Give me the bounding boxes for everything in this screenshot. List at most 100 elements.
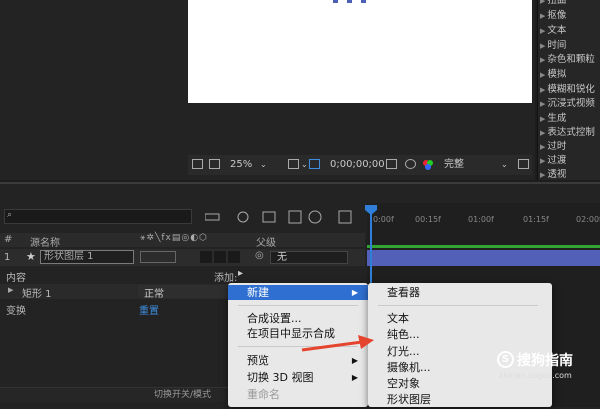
submenu-item-shape-layer[interactable]: 形状图层 xyxy=(368,392,552,407)
transform-label: 变换 xyxy=(6,306,26,317)
menu-item-new[interactable]: 新建 ▶ xyxy=(228,285,368,300)
layer-index: 1 xyxy=(4,252,11,263)
column-number: # xyxy=(4,234,13,245)
region-of-interest-icon[interactable] xyxy=(309,159,320,169)
draft-3d-icon xyxy=(237,211,249,223)
ruler-tick-label: 01:00f xyxy=(468,215,494,224)
contents-label: 内容 xyxy=(6,273,26,284)
column-parent: 父级 xyxy=(256,238,276,249)
layer-switch-box[interactable] xyxy=(200,251,212,263)
sogou-logo-icon: S xyxy=(497,351,514,368)
watermark-brand: 搜狗指南 xyxy=(517,353,573,369)
shy-icon xyxy=(262,211,276,223)
chevron-down-icon: ⌄ xyxy=(260,160,267,169)
watermark-url: zhinan.sogou.com xyxy=(499,371,572,380)
layer-switches[interactable] xyxy=(140,251,176,263)
effects-category[interactable]: ▶ 表达式控制 xyxy=(540,126,595,139)
submenu-arrow-icon: ▶ xyxy=(351,356,358,365)
menu-separator xyxy=(378,305,538,306)
disclosure-triangle-icon: ▶ xyxy=(540,27,546,35)
search-icon: ⌕ xyxy=(7,210,13,220)
disclosure-triangle-icon: ▶ xyxy=(540,115,546,123)
motion-blur-icon xyxy=(308,210,322,224)
disclosure-triangle-icon: ▶ xyxy=(540,157,546,165)
menu-item-composition-settings[interactable]: 合成设置... xyxy=(228,311,368,326)
disclosure-triangle-icon: ▶ xyxy=(540,129,546,137)
resolution-dropdown[interactable]: 完整 xyxy=(444,158,464,172)
blend-mode-field[interactable]: 正常 xyxy=(138,285,228,300)
submenu-item-viewer[interactable]: 查看器 xyxy=(368,285,552,300)
monitor-icon[interactable] xyxy=(209,159,220,169)
disclosure-triangle-icon: ▶ xyxy=(540,100,546,108)
composition-mini-flowchart-icon xyxy=(205,213,220,221)
effects-panel: ▶ 扭曲 ▶ 抠像 ▶ 文本 ▶ 时间 ▶ 杂色和颗粒 ▶ 模拟 ▶ 模糊和锐化 ▶ 沉浸式视频… xyxy=(537,0,600,180)
effects-category[interactable]: ▶ 沉浸式视频 xyxy=(540,97,595,110)
viewer-toolbar: 25% ⌄ ⌄ 0;00;00;00 完整 ⌄ xyxy=(188,155,532,175)
rectangle-group-label: 矩形 1 xyxy=(22,289,52,300)
submenu-item-text[interactable]: 文本 xyxy=(368,311,552,326)
graph-editor-icon xyxy=(338,210,352,224)
fit-icon[interactable] xyxy=(288,159,299,169)
red-annotation-arrow xyxy=(301,335,374,352)
submenu-item-solid[interactable]: 纯色... xyxy=(368,327,552,342)
effects-category[interactable]: ▶ 杂色和颗粒 xyxy=(540,53,595,66)
submenu-arrow-icon: ▶ xyxy=(351,373,358,382)
parent-value: 无 xyxy=(277,252,287,263)
zoom-dropdown[interactable]: 25% xyxy=(230,158,252,172)
add-arrow-icon[interactable]: ▸ xyxy=(238,268,243,279)
disclosure-triangle-icon: ▶ xyxy=(540,0,546,5)
effects-category[interactable]: ▶ 模糊和锐化 xyxy=(540,83,595,96)
switches-column-icons: ⚹✲╲fx▤◎◐⬡ xyxy=(140,233,208,243)
menu-item-preview[interactable]: 预览 ▶ xyxy=(228,353,368,368)
layer-name-field[interactable]: 形状图层 1 xyxy=(40,250,134,264)
menu-separator xyxy=(238,305,358,306)
layer-switch-box[interactable] xyxy=(214,251,226,263)
color-channels-icon[interactable] xyxy=(422,159,434,171)
column-source-name[interactable]: 源名称 xyxy=(30,234,60,249)
time-ruler[interactable]: 0:00f 00:15f 01:00f 01:15f 02:00f xyxy=(367,213,600,227)
disclosure-triangle-icon: ▶ xyxy=(540,86,546,94)
show-channel-icon[interactable] xyxy=(405,159,416,169)
composition-canvas[interactable] xyxy=(188,0,532,103)
chevron-down-icon: ⌄ xyxy=(301,160,308,169)
parent-dropdown[interactable]: 无 xyxy=(270,251,348,264)
effects-category[interactable]: ▶ 扭曲 xyxy=(540,0,566,7)
ruler-tick-label: 01:15f xyxy=(523,215,549,224)
canvas-text-fragment xyxy=(333,0,366,3)
effects-category[interactable]: ▶ 过时 xyxy=(540,140,566,153)
timecode-display[interactable]: 0;00;00;00 xyxy=(330,158,385,172)
disclosure-triangle-icon: ▶ xyxy=(540,171,546,179)
menu-item-switch-3d-view[interactable]: 切换 3D 视图 ▶ xyxy=(228,370,368,385)
layer-duration-bar[interactable] xyxy=(367,250,600,266)
camera-icon[interactable] xyxy=(386,159,397,169)
effects-category[interactable]: ▶ 模拟 xyxy=(540,68,566,81)
ruler-tick-label: 02:00f xyxy=(576,215,600,224)
sogou-watermark: S 搜狗指南 zhinan.sogou.com xyxy=(497,349,597,389)
layer-switch-box[interactable] xyxy=(228,251,240,263)
effects-category[interactable]: ▶ 抠像 xyxy=(540,9,566,22)
timeline-switch-icons xyxy=(205,210,352,224)
frame-blending-icon xyxy=(288,210,302,224)
effects-category[interactable]: ▶ 透视 xyxy=(540,168,566,181)
blend-mode-value: 正常 xyxy=(144,289,164,300)
view-options-icon[interactable] xyxy=(518,159,529,169)
work-area-bar[interactable] xyxy=(367,245,600,248)
effects-category[interactable]: ▶ 生成 xyxy=(540,112,566,125)
contents-row[interactable]: 内容 添加: ▸ xyxy=(0,268,365,284)
snapshot-toggle-icon[interactable] xyxy=(192,159,203,169)
disclosure-triangle-icon: ▶ xyxy=(540,143,546,151)
ruler-tick-label: 00:15f xyxy=(415,215,441,224)
playhead-handle-icon[interactable] xyxy=(365,205,377,215)
disclosure-triangle-icon: ▶ xyxy=(540,42,546,50)
timeline-column-header: # 源名称 ⚹✲╲fx▤◎◐⬡ 父级 xyxy=(0,233,365,249)
menu-item-rename: 重命名 xyxy=(247,388,280,401)
effects-category[interactable]: ▶ 文本 xyxy=(540,24,566,37)
submenu-arrow-icon: ▶ xyxy=(351,288,358,297)
effects-category[interactable]: ▶ 时间 xyxy=(540,39,566,52)
pick-whip-icon[interactable]: ◎ xyxy=(255,250,264,261)
layer-search-input[interactable]: ⌕ xyxy=(4,209,192,224)
disclosure-triangle-icon[interactable]: ▶ xyxy=(8,286,13,294)
reset-link[interactable]: 重置 xyxy=(139,302,159,317)
disclosure-triangle-icon: ▶ xyxy=(540,71,546,79)
effects-category[interactable]: ▶ 过渡 xyxy=(540,154,566,167)
